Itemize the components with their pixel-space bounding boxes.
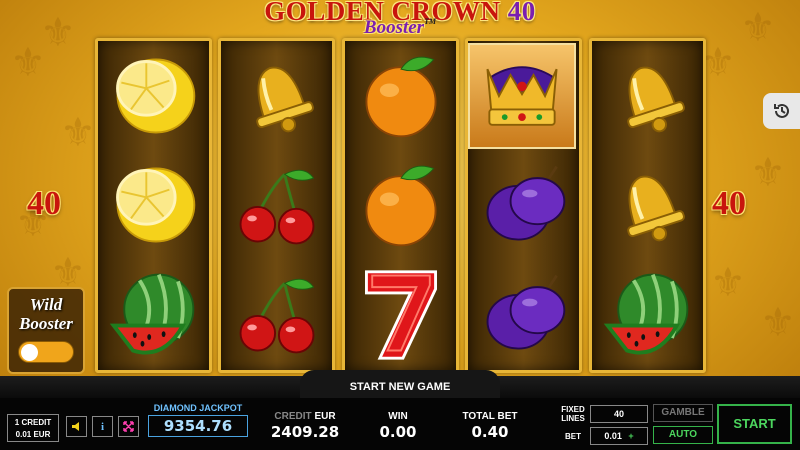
trademark: TM	[424, 17, 437, 26]
reel-4	[465, 38, 582, 373]
orange-symbol	[349, 154, 452, 256]
bell-icon	[626, 175, 685, 242]
total-bet-value: 0.40	[471, 423, 509, 441]
jackpot-value: 9354.76	[148, 415, 248, 437]
fixed-lines-label-1: FIXED	[561, 405, 585, 414]
bell-icon	[255, 66, 314, 133]
wild-booster-toggle[interactable]	[18, 341, 74, 363]
orange-icon	[364, 165, 437, 247]
lines-count-left: 40	[27, 185, 61, 222]
game-subtitle: BoosterTM	[0, 17, 800, 39]
total-bet-label: TOTAL BET	[462, 411, 518, 422]
bet-field[interactable]: 0.01 +	[590, 427, 648, 445]
credit-denomination-button[interactable]: 1 CREDIT 0.01 EUR	[7, 414, 59, 442]
cherries-icon	[239, 278, 314, 354]
win-label: WIN	[388, 411, 408, 422]
cherries-symbol	[225, 154, 328, 256]
control-bar: 1 CREDIT 0.01 EUR i DIAMOND JACKPOT 9354…	[0, 398, 800, 450]
auto-button[interactable]: AUTO	[653, 426, 713, 444]
toggle-knob	[21, 344, 38, 361]
start-button[interactable]: START	[717, 404, 792, 444]
fullscreen-icon	[123, 421, 134, 432]
history-icon	[774, 103, 789, 118]
sound-button[interactable]	[66, 416, 87, 437]
orange-symbol	[349, 45, 452, 147]
lemon-symbol	[102, 154, 205, 256]
speaker-icon	[72, 422, 79, 431]
status-strip: START NEW GAME	[0, 370, 800, 398]
gamble-button[interactable]: GAMBLE	[653, 404, 713, 422]
fixed-lines-label: FIXED LINES	[558, 405, 588, 423]
plum-symbol	[472, 154, 575, 256]
cherries-symbol	[225, 263, 328, 365]
reel-5	[589, 38, 706, 373]
info-icon: i	[100, 420, 105, 433]
fullscreen-button[interactable]	[118, 416, 139, 437]
bell-symbol	[596, 45, 699, 147]
plum-symbol	[472, 263, 575, 365]
info-button[interactable]: i	[92, 416, 113, 437]
credit-value: 2409.28	[270, 423, 340, 441]
bell-symbol	[596, 154, 699, 256]
credit-label: CREDIT EUR	[265, 411, 345, 422]
watermelon-symbol	[102, 263, 205, 365]
crown-symbol-highlighted	[468, 43, 576, 149]
credit-label-text: CREDIT	[274, 411, 312, 422]
fixed-lines-label-2: LINES	[561, 414, 585, 423]
credit-currency: EUR	[314, 411, 336, 422]
history-button[interactable]	[763, 93, 800, 129]
reel-1	[95, 38, 212, 373]
lemon-symbol	[102, 45, 205, 147]
credit-denomination-line1: 1 CREDIT	[14, 418, 52, 427]
bet-label: BET	[565, 432, 581, 441]
bell-symbol	[225, 45, 328, 147]
win-value: 0.00	[379, 423, 417, 441]
lemon-icon	[115, 167, 195, 243]
status-text: START NEW GAME	[349, 381, 451, 393]
orange-icon	[364, 56, 437, 138]
bet-value: 0.01	[604, 431, 622, 441]
seven-symbol	[349, 263, 452, 365]
wild-booster-title-line2: Booster	[19, 314, 73, 333]
lines-count-right: 40	[712, 185, 746, 222]
reel-2	[218, 38, 335, 373]
seven-icon	[364, 270, 437, 360]
lemon-icon	[115, 58, 195, 134]
watermelon-symbol	[596, 263, 699, 365]
watermelon-icon	[603, 273, 688, 355]
plum-icon	[486, 165, 565, 241]
reel-3	[342, 38, 459, 373]
cherries-icon	[239, 169, 314, 245]
crown-icon	[486, 66, 558, 126]
jackpot-label: DIAMOND JACKPOT	[153, 403, 243, 413]
fixed-lines-value: 40	[590, 405, 648, 423]
watermelon-icon	[109, 273, 194, 355]
plum-icon	[486, 274, 565, 350]
game-subtitle-text: Booster	[363, 17, 425, 38]
wild-booster-title-line1: Wild	[29, 295, 63, 314]
plus-icon[interactable]: +	[628, 431, 633, 441]
credit-denomination-line2: 0.01 EUR	[15, 430, 51, 439]
wild-booster-panel: Wild Booster	[7, 287, 85, 374]
bell-icon	[626, 66, 685, 133]
